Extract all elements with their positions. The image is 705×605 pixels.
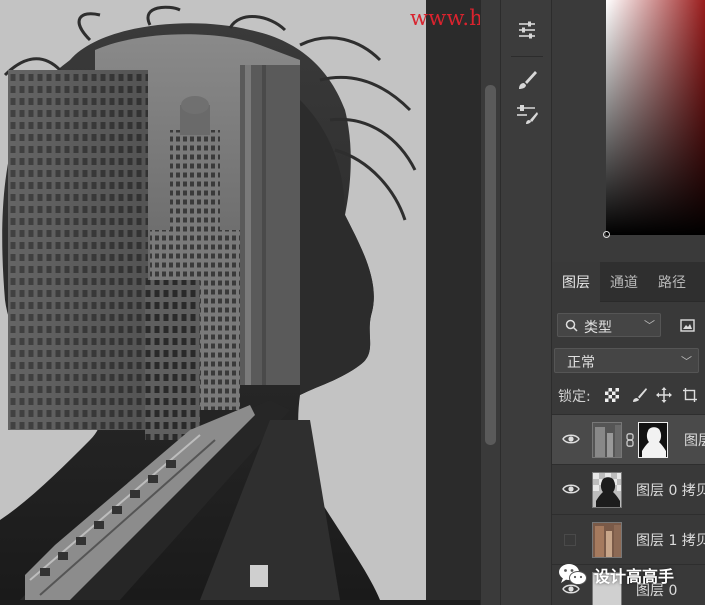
portrait-thumbnail-image <box>593 473 621 507</box>
mask-silhouette-image <box>639 423 667 457</box>
layer-row[interactable]: 图层 1 拷贝 <box>552 514 705 564</box>
color-picker-field[interactable] <box>606 0 705 235</box>
lock-artboard-button[interactable] <box>680 385 700 405</box>
panel-tabs: 图层 通道 路径 <box>552 262 705 302</box>
image-icon <box>679 318 695 332</box>
blend-mode-select[interactable]: 正常 ﹀ <box>554 348 699 373</box>
tool-separator <box>511 56 543 57</box>
layer-row[interactable]: 图层 <box>552 414 705 464</box>
lock-row: 锁定: <box>552 382 705 408</box>
brush-presets-icon <box>517 105 538 124</box>
lock-label: 锁定: <box>558 389 591 405</box>
artboard-icon <box>683 388 697 402</box>
checkerboard-icon <box>605 388 619 402</box>
tab-layers[interactable]: 图层 <box>552 262 600 302</box>
blend-mode-label: 正常 <box>567 355 595 371</box>
layer-mask-thumbnail[interactable] <box>638 422 668 458</box>
layer-thumbnail[interactable] <box>592 422 622 458</box>
brush-presets-button[interactable] <box>510 98 544 130</box>
tab-paths[interactable]: 路径 <box>648 262 696 302</box>
brush-icon <box>633 388 647 402</box>
horizontal-scrollbar[interactable] <box>0 600 480 605</box>
layer-thumbnail[interactable] <box>592 472 622 508</box>
wechat-badge: 设计高高手 <box>558 560 674 590</box>
wechat-icon <box>559 564 587 585</box>
layer-name: 图层 1 拷贝 <box>636 533 705 549</box>
scrollbar-thumb[interactable] <box>485 85 496 445</box>
canvas-pasteboard <box>426 0 480 605</box>
adjustments-button[interactable] <box>510 14 544 46</box>
color-panel <box>552 0 705 262</box>
chevron-down-icon: ﹀ <box>644 319 655 332</box>
document-canvas[interactable] <box>0 0 426 600</box>
lock-transparent-pixels-button[interactable] <box>602 385 622 405</box>
lock-position-button[interactable] <box>654 385 674 405</box>
search-icon <box>565 319 578 332</box>
sliders-icon <box>519 21 535 39</box>
tab-channels[interactable]: 通道 <box>600 262 648 302</box>
layers-panel: 图层 通道 路径 类型 ﹀ 正常 ﹀ 锁定: 图 图层 0 拷贝 图层 1 拷贝… <box>552 262 705 605</box>
layer-filter-label: 类型 <box>584 320 612 336</box>
layer-filter-select[interactable]: 类型 ﹀ <box>557 313 661 337</box>
tool-strip <box>500 0 552 605</box>
lock-image-pixels-button[interactable] <box>629 385 649 405</box>
chevron-down-icon: ﹀ <box>681 355 692 368</box>
city-thumbnail-image <box>593 423 621 457</box>
eye-icon[interactable] <box>562 482 580 496</box>
wechat-account-name: 设计高高手 <box>594 567 675 586</box>
vertical-scrollbar[interactable] <box>480 0 500 605</box>
brush-button[interactable] <box>510 64 544 96</box>
eye-icon[interactable] <box>562 432 580 446</box>
city-color-thumbnail-image <box>593 523 621 557</box>
layer-name: 图层 <box>684 433 705 449</box>
chain-link-icon[interactable] <box>625 433 635 447</box>
layer-thumbnail[interactable] <box>592 522 622 558</box>
brush-icon <box>519 71 537 89</box>
filter-pixel-layers-button[interactable] <box>676 314 698 336</box>
layer-name: 图层 0 拷贝 <box>636 483 705 499</box>
double-exposure-artwork <box>0 5 417 600</box>
move-icon <box>656 387 672 403</box>
canvas-area[interactable] <box>0 0 480 605</box>
layer-row[interactable]: 图层 0 拷贝 <box>552 464 705 514</box>
color-picker-handle[interactable] <box>603 231 610 238</box>
visibility-toggle-off[interactable] <box>564 534 576 546</box>
